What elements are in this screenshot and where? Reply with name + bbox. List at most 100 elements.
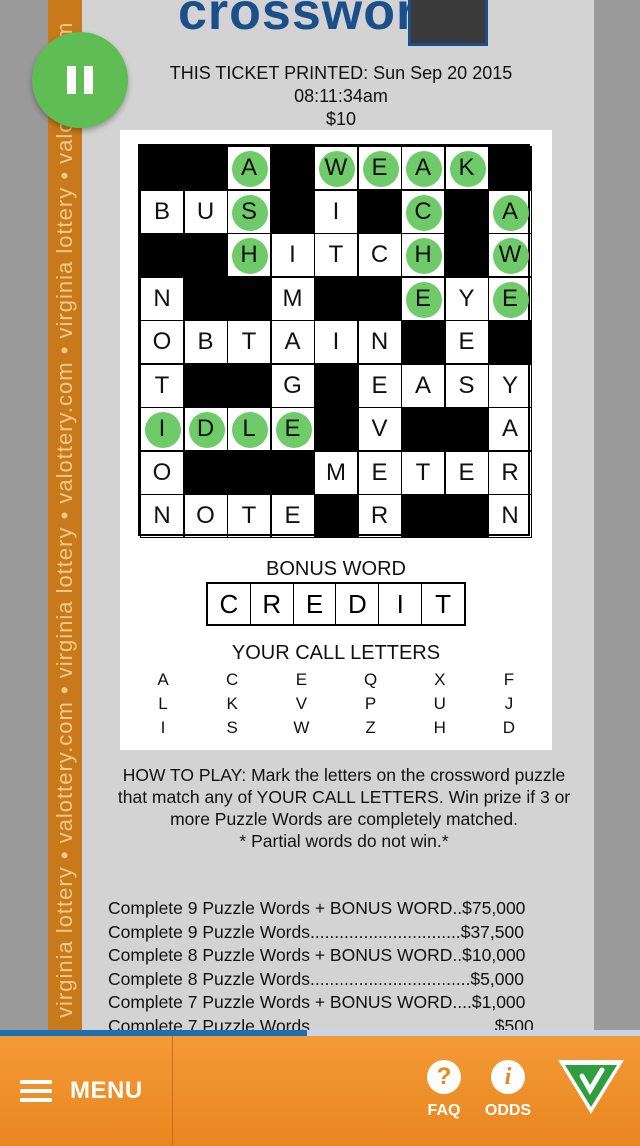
- print-info: THIS TICKET PRINTED: Sun Sep 20 2015 08:…: [106, 62, 576, 131]
- grid-letter: I: [332, 197, 340, 225]
- prize-table: Complete 9 Puzzle Words + BONUS WORD..$7…: [108, 897, 578, 1038]
- call-letter: F: [503, 670, 515, 689]
- grid-cell: A: [401, 146, 445, 190]
- call-letter: J: [504, 694, 514, 713]
- grid-cell-black: [401, 494, 445, 538]
- grid-letter: O: [196, 502, 215, 529]
- grid-cell-black: [401, 320, 445, 364]
- call-letter: W: [293, 718, 310, 737]
- bonus-letter: C: [208, 584, 251, 624]
- prize-row: Complete 9 Puzzle Words + BONUS WORD..$7…: [108, 898, 526, 918]
- grid-cell-black: [183, 363, 228, 408]
- grid-cell-black: [357, 189, 402, 234]
- call-letter: Z: [365, 718, 376, 737]
- grid-cell: I: [314, 189, 358, 234]
- grid-cell-black: [183, 146, 228, 190]
- grid-letter: T: [328, 241, 344, 268]
- grid-letter: T: [241, 328, 257, 355]
- grid-cell: H: [401, 233, 445, 277]
- grid-letter: M: [326, 458, 346, 486]
- grid-letter: Y: [458, 284, 475, 312]
- pause-button[interactable]: [32, 32, 128, 128]
- grid-letter: M: [282, 284, 303, 312]
- grid-cell: L: [227, 407, 271, 451]
- grid-cell: M: [314, 450, 358, 495]
- pause-icon-bar: [84, 66, 93, 94]
- grid-cell: T: [140, 363, 184, 408]
- menu-label: MENU: [70, 1077, 143, 1104]
- grid-cell: B: [140, 189, 184, 234]
- grid-cell-black: [140, 233, 184, 277]
- grid-cell: I: [140, 407, 184, 451]
- grid-cell: C: [357, 233, 402, 277]
- grid-letter: N: [153, 284, 171, 312]
- grid-cell: H: [227, 233, 271, 277]
- grid-cell: O: [183, 494, 228, 538]
- grid-cell-black: [401, 407, 445, 451]
- crossword-grid: AWEAKBUSICAHITCHWNMEYEOBTAINETGEASYIDLEV…: [138, 144, 532, 538]
- grid-cell: O: [140, 450, 184, 495]
- grid-letter: L: [242, 415, 256, 442]
- grid-cell: R: [357, 494, 402, 538]
- grid-cell: I: [270, 233, 315, 277]
- prize-row: Complete 8 Puzzle Words.................…: [108, 968, 524, 989]
- grid-letter: O: [152, 328, 172, 355]
- prize-row: Complete 7 Puzzle Words + BONUS WORD....…: [108, 992, 526, 1012]
- grid-cell: E: [270, 407, 315, 451]
- grid-cell-black: [227, 276, 271, 321]
- grid-cell: R: [488, 450, 532, 495]
- grid-cell: N: [140, 494, 184, 538]
- grid-cell: N: [357, 320, 402, 364]
- grid-letter: E: [371, 458, 388, 486]
- grid-cell-black: [227, 450, 271, 495]
- va-lottery-logo[interactable]: [556, 1056, 626, 1118]
- call-letters-row: ACEQXF: [148, 670, 524, 694]
- grid-cell-black: [270, 146, 315, 190]
- prize-row: Complete 9 Puzzle Words.................…: [108, 921, 524, 942]
- bonus-letter: R: [251, 584, 294, 624]
- call-letter: D: [502, 718, 516, 737]
- menu-button[interactable]: MENU: [0, 1036, 173, 1146]
- call-letters-row: LKVPUJ: [148, 694, 524, 718]
- grid-cell-black: [488, 320, 532, 364]
- grid-cell: V: [357, 407, 402, 451]
- grid-cell: E: [357, 450, 402, 495]
- grid-cell: M: [270, 276, 315, 321]
- grid-letter: E: [458, 458, 475, 486]
- grid-letter: A: [501, 197, 518, 225]
- grid-cell-black: [444, 407, 489, 451]
- grid-cell: T: [401, 450, 445, 495]
- grid-cell: W: [488, 233, 532, 277]
- call-letters-grid: A C E Q X F L K V P U J I S W Z H D: [148, 670, 524, 742]
- grid-cell: E: [444, 320, 489, 364]
- grid-letter: S: [458, 371, 475, 399]
- grid-cell: T: [314, 233, 358, 277]
- ticket-image: virginia lottery • valottery.com • virgi…: [48, 0, 594, 1040]
- grid-letter: E: [414, 284, 431, 312]
- grid-letter: N: [501, 502, 519, 529]
- grid-letter: E: [501, 284, 518, 312]
- grid-cell: Y: [444, 276, 489, 321]
- ticket-side-strip: virginia lottery • valottery.com • virgi…: [48, 0, 82, 1040]
- grid-cell-black: [140, 146, 184, 190]
- grid-letter: R: [501, 458, 519, 486]
- grid-cell: Y: [488, 363, 532, 408]
- grid-cell: N: [488, 494, 532, 538]
- grid-cell: E: [270, 494, 315, 538]
- grid-letter: A: [501, 415, 518, 442]
- grid-cell-black: [314, 276, 358, 321]
- odds-button[interactable]: i ODDS: [478, 1060, 538, 1120]
- grid-letter: O: [152, 458, 172, 486]
- grid-cell: A: [270, 320, 315, 364]
- ticket-price: $10: [325, 109, 357, 129]
- grid-cell: E: [401, 276, 445, 321]
- how-to-play-text: HOW TO PLAY: Mark the letters on the cro…: [117, 765, 571, 829]
- faq-button[interactable]: ? FAQ: [414, 1060, 474, 1120]
- call-letter: C: [226, 670, 239, 689]
- bottom-nav-bar: MENU ? FAQ i ODDS: [0, 1036, 640, 1146]
- grid-letter: N: [370, 328, 389, 355]
- grid-cell-black: [314, 363, 358, 408]
- grid-letter: R: [370, 502, 389, 529]
- how-to-play: HOW TO PLAY: Mark the letters on the cro…: [106, 764, 582, 852]
- call-letter: I: [160, 718, 166, 737]
